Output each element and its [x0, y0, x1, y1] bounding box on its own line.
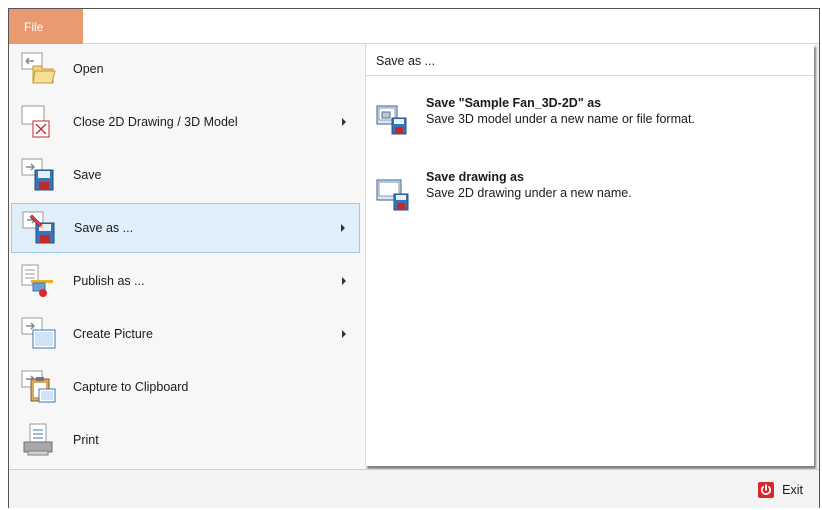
menu-item-create-picture[interactable]: Create Picture — [11, 309, 360, 359]
save-icon — [21, 158, 57, 192]
clipboard-icon — [21, 370, 57, 404]
menu-item-save[interactable]: Save — [11, 150, 360, 200]
file-tab-label: File — [24, 19, 44, 34]
open-folder-icon — [21, 52, 57, 86]
menu-item-label: Save — [73, 168, 102, 182]
submenu-arrow-icon — [342, 277, 346, 285]
menu-item-print[interactable]: Print — [11, 415, 360, 465]
option-save-drawing-as[interactable]: Save drawing as Save 2D drawing under a … — [376, 170, 796, 218]
divider — [366, 75, 814, 76]
submenu-arrow-icon — [342, 118, 346, 126]
menu-item-capture-clipboard[interactable]: Capture to Clipboard — [11, 362, 360, 412]
menu-item-label: Save as ... — [74, 221, 134, 235]
save-as-submenu-panel: Save as ... Save "Sample Fan_3D-2D" as S… — [365, 44, 814, 466]
save-drawing-as-icon — [376, 174, 412, 214]
publish-icon — [21, 264, 57, 298]
option-description: Save 2D drawing under a new name. — [426, 186, 632, 200]
save-model-as-icon — [376, 100, 412, 140]
menu-item-label: Close 2D Drawing / 3D Model — [73, 115, 238, 129]
option-title: Save drawing as — [426, 170, 524, 184]
menu-item-label: Create Picture — [73, 327, 153, 341]
print-icon — [21, 423, 57, 457]
close-model-icon — [21, 105, 57, 139]
menu-item-label: Capture to Clipboard — [73, 380, 189, 394]
menu-item-save-as[interactable]: Save as ... — [11, 203, 360, 253]
option-save-model-as[interactable]: Save "Sample Fan_3D-2D" as Save 3D model… — [376, 96, 796, 144]
backstage-window: File Open Close 2D Drawing / 3D Model Sa… — [8, 8, 820, 508]
menu-item-open[interactable]: Open — [11, 44, 360, 94]
menu-item-label: Print — [73, 433, 99, 447]
exit-button[interactable]: Exit — [758, 482, 803, 498]
power-icon — [758, 482, 775, 498]
save-as-icon — [22, 211, 58, 245]
title-bar: File — [9, 9, 819, 44]
menu-item-label: Publish as ... — [73, 274, 145, 288]
bottom-bar: Exit — [9, 469, 819, 508]
option-description: Save 3D model under a new name or file f… — [426, 112, 695, 126]
submenu-arrow-icon — [342, 330, 346, 338]
menu-item-label: Open — [73, 62, 104, 76]
submenu-arrow-icon — [341, 224, 345, 232]
menu-item-close[interactable]: Close 2D Drawing / 3D Model — [11, 97, 360, 147]
menu-item-publish-as[interactable]: Publish as ... — [11, 256, 360, 306]
panel-title: Save as ... — [376, 54, 436, 68]
option-title: Save "Sample Fan_3D-2D" as — [426, 96, 602, 110]
exit-label: Exit — [782, 483, 803, 497]
picture-icon — [21, 317, 57, 351]
file-tab[interactable]: File — [9, 9, 83, 44]
file-menu: Open Close 2D Drawing / 3D Model Save Sa… — [9, 44, 366, 469]
